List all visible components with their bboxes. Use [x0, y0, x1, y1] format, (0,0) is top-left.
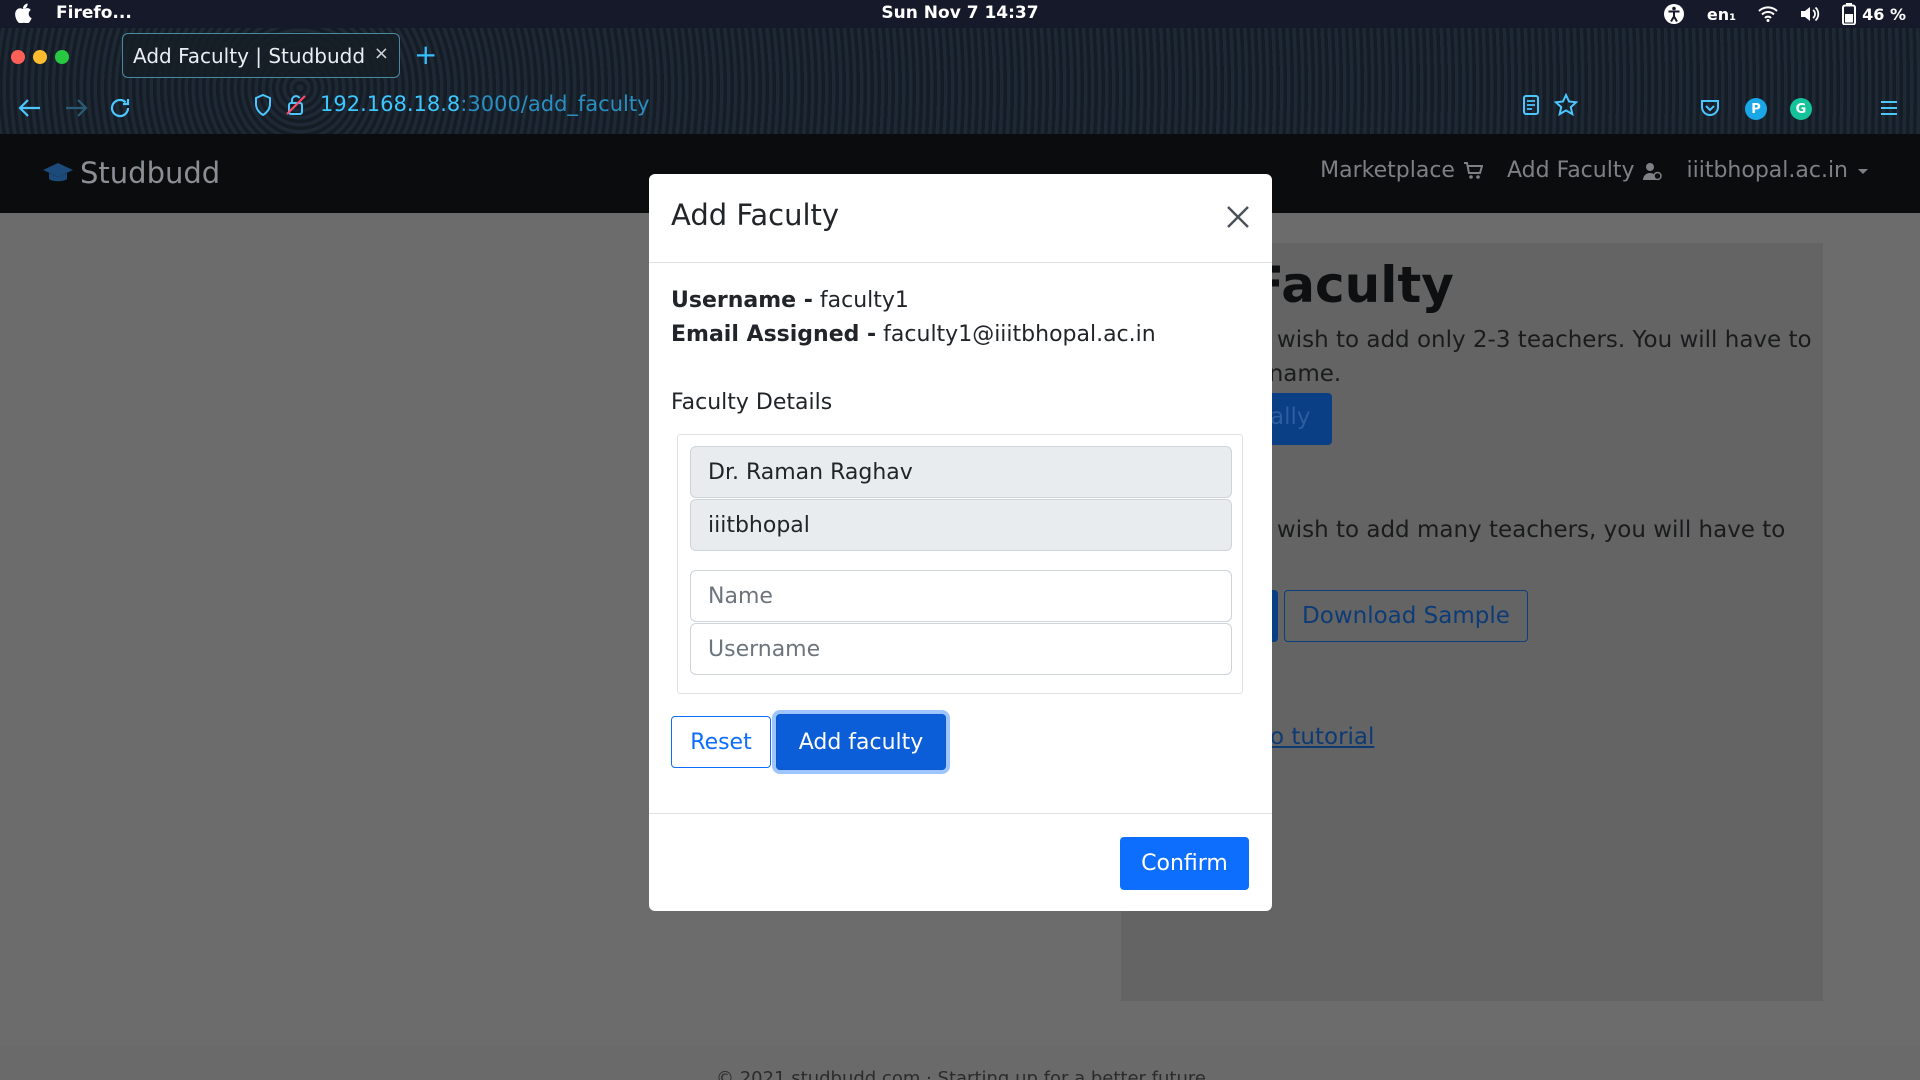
apple-logo-icon[interactable] — [14, 3, 32, 23]
add-faculty-button[interactable]: Add faculty — [776, 714, 946, 770]
back-arrow-icon[interactable] — [18, 98, 42, 118]
nav-links: Marketplace Add Faculty iiitbhopal.ac.in — [1320, 158, 1870, 183]
modal-footer-divider — [649, 813, 1272, 814]
active-app-name[interactable]: Firefo... — [56, 3, 132, 23]
nav-add-faculty[interactable]: Add Faculty — [1507, 158, 1663, 183]
browser-chrome: Add Faculty | Studbudd × + 192.168.18.8:… — [0, 28, 1920, 134]
url-host: 192.168.18.8 — [320, 92, 461, 116]
clock[interactable]: Sun Nov 7 14:37 — [0, 3, 1920, 23]
username-info: Username - faculty1 — [671, 288, 909, 313]
window-minimize-button[interactable] — [33, 50, 47, 64]
nav-account-dropdown[interactable]: iiitbhopal.ac.in — [1686, 158, 1870, 183]
background-text-line: u wish to add only 2-3 teachers. You wil… — [1255, 327, 1812, 353]
accessibility-icon[interactable] — [1663, 3, 1685, 25]
email-value: faculty1@iiitbhopal.ac.in — [883, 322, 1156, 347]
reader-view-icon[interactable] — [1522, 94, 1540, 116]
name-input[interactable] — [708, 583, 1231, 609]
wifi-icon[interactable] — [1758, 6, 1778, 22]
nav-marketplace[interactable]: Marketplace — [1320, 158, 1483, 183]
nav-add-faculty-label: Add Faculty — [1506, 158, 1635, 183]
window-close-button[interactable] — [11, 50, 25, 64]
brand[interactable]: Studbudd — [42, 156, 220, 190]
graduation-cap-icon — [43, 163, 73, 182]
grammarly-extension-icon[interactable]: G — [1790, 98, 1812, 120]
battery-percent: 46 % — [1862, 4, 1906, 24]
reset-button[interactable]: Reset — [671, 716, 771, 768]
pocket-icon[interactable] — [1700, 98, 1720, 118]
username-label: Username - — [671, 288, 813, 313]
email-info: Email Assigned - faculty1@iiitbhopal.ac.… — [671, 322, 1156, 347]
add-faculty-modal: Add Faculty Username - faculty1 Email As… — [649, 174, 1272, 911]
modal-header: Add Faculty — [649, 174, 1272, 263]
username-value: faculty1 — [819, 288, 909, 313]
hamburger-menu-icon[interactable] — [1880, 100, 1898, 116]
confirm-button[interactable]: Confirm — [1120, 837, 1249, 890]
background-download-sample-button: Download Sample — [1284, 590, 1528, 642]
institute-readonly: iiitbhopal — [690, 499, 1232, 551]
email-label: Email Assigned - — [671, 322, 877, 347]
faculty-name-readonly: Dr. Raman Raghav — [690, 446, 1232, 498]
cart-icon — [1463, 161, 1483, 179]
close-icon[interactable] — [1223, 202, 1253, 232]
insecure-lock-icon[interactable] — [286, 94, 306, 116]
tab-close-icon[interactable]: × — [374, 43, 389, 64]
background-tutorial-link: o tutorial — [1270, 724, 1375, 750]
extension-g-label: G — [1795, 101, 1807, 117]
browser-tab-active[interactable]: Add Faculty | Studbudd × — [122, 33, 400, 78]
window-maximize-button[interactable] — [55, 50, 69, 64]
background-heading: Faculty — [1250, 256, 1454, 314]
volume-icon[interactable] — [1800, 5, 1820, 23]
faculty-details-fieldset: Dr. Raman Raghav iiitbhopal — [677, 434, 1243, 694]
username-input[interactable] — [708, 636, 1231, 662]
extension-p-label: P — [1751, 101, 1761, 117]
os-menu-bar: Firefo... Sun Nov 7 14:37 en₁ 46 % — [0, 0, 1920, 28]
address-bar[interactable]: 192.168.18.8:3000/add_faculty — [244, 86, 1584, 122]
caret-down-icon — [1858, 168, 1868, 174]
faculty-details-label: Faculty Details — [671, 390, 833, 415]
bookmark-star-icon[interactable] — [1554, 93, 1578, 117]
url-text[interactable]: 192.168.18.8:3000/add_faculty — [320, 92, 650, 116]
tab-title: Add Faculty | Studbudd — [133, 43, 366, 68]
modal-title: Add Faculty — [671, 198, 840, 232]
name-field[interactable] — [690, 570, 1232, 622]
background-text-line: u wish to add many teachers, you will ha… — [1255, 517, 1786, 543]
forward-arrow-icon[interactable] — [64, 98, 88, 118]
username-field[interactable] — [690, 623, 1232, 675]
battery-icon — [1842, 3, 1857, 25]
background-footer-text: © 2021 studbudd.com · Starting up for a … — [716, 1068, 1206, 1080]
nav-account-label: iiitbhopal.ac.in — [1686, 158, 1848, 183]
language-indicator[interactable]: en₁ — [1707, 5, 1736, 24]
extension-p-icon[interactable]: P — [1745, 98, 1767, 120]
battery-status[interactable]: 46 % — [1842, 3, 1906, 25]
url-path: :3000/add_faculty — [460, 92, 650, 116]
new-tab-button[interactable]: + — [414, 38, 437, 71]
shield-icon[interactable] — [254, 94, 272, 116]
user-add-icon — [1643, 162, 1663, 180]
reload-icon[interactable] — [108, 96, 132, 120]
status-area: en₁ 46 % — [1663, 0, 1906, 28]
nav-marketplace-label: Marketplace — [1320, 158, 1455, 183]
brand-name: Studbudd — [80, 156, 221, 190]
